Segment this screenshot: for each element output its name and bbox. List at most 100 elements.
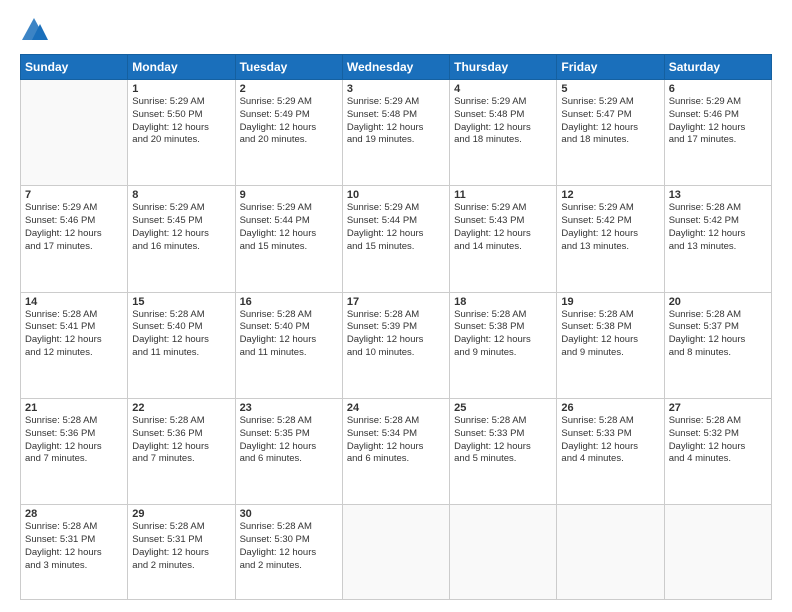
day-info: Sunrise: 5:29 AM Sunset: 5:43 PM Dayligh… xyxy=(454,202,552,253)
day-info: Sunrise: 5:28 AM Sunset: 5:36 PM Dayligh… xyxy=(132,415,230,466)
day-info: Sunrise: 5:28 AM Sunset: 5:33 PM Dayligh… xyxy=(454,415,552,466)
day-info: Sunrise: 5:28 AM Sunset: 5:37 PM Dayligh… xyxy=(669,309,767,360)
day-number: 20 xyxy=(669,296,767,308)
day-info: Sunrise: 5:28 AM Sunset: 5:30 PM Dayligh… xyxy=(240,521,338,572)
day-number: 7 xyxy=(25,189,123,201)
day-info: Sunrise: 5:29 AM Sunset: 5:44 PM Dayligh… xyxy=(240,202,338,253)
calendar-cell: 6Sunrise: 5:29 AM Sunset: 5:46 PM Daylig… xyxy=(664,80,771,186)
calendar-header-row: SundayMondayTuesdayWednesdayThursdayFrid… xyxy=(21,55,772,80)
calendar-cell xyxy=(557,505,664,600)
day-of-week-header: Wednesday xyxy=(342,55,449,80)
day-info: Sunrise: 5:28 AM Sunset: 5:40 PM Dayligh… xyxy=(240,309,338,360)
calendar-cell: 20Sunrise: 5:28 AM Sunset: 5:37 PM Dayli… xyxy=(664,292,771,398)
day-number: 13 xyxy=(669,189,767,201)
day-number: 28 xyxy=(25,508,123,520)
day-number: 29 xyxy=(132,508,230,520)
day-of-week-header: Thursday xyxy=(450,55,557,80)
day-number: 24 xyxy=(347,402,445,414)
calendar-cell: 17Sunrise: 5:28 AM Sunset: 5:39 PM Dayli… xyxy=(342,292,449,398)
day-number: 30 xyxy=(240,508,338,520)
day-number: 16 xyxy=(240,296,338,308)
day-info: Sunrise: 5:28 AM Sunset: 5:42 PM Dayligh… xyxy=(669,202,767,253)
calendar-cell: 22Sunrise: 5:28 AM Sunset: 5:36 PM Dayli… xyxy=(128,398,235,504)
day-number: 8 xyxy=(132,189,230,201)
day-info: Sunrise: 5:29 AM Sunset: 5:49 PM Dayligh… xyxy=(240,96,338,147)
day-number: 18 xyxy=(454,296,552,308)
day-number: 12 xyxy=(561,189,659,201)
day-number: 11 xyxy=(454,189,552,201)
calendar-cell xyxy=(21,80,128,186)
calendar-cell: 16Sunrise: 5:28 AM Sunset: 5:40 PM Dayli… xyxy=(235,292,342,398)
day-number: 1 xyxy=(132,83,230,95)
day-info: Sunrise: 5:28 AM Sunset: 5:39 PM Dayligh… xyxy=(347,309,445,360)
calendar-cell: 19Sunrise: 5:28 AM Sunset: 5:38 PM Dayli… xyxy=(557,292,664,398)
header xyxy=(20,16,772,44)
logo xyxy=(20,16,52,44)
calendar-week-row: 7Sunrise: 5:29 AM Sunset: 5:46 PM Daylig… xyxy=(21,186,772,292)
calendar-week-row: 1Sunrise: 5:29 AM Sunset: 5:50 PM Daylig… xyxy=(21,80,772,186)
day-info: Sunrise: 5:28 AM Sunset: 5:33 PM Dayligh… xyxy=(561,415,659,466)
calendar-cell: 3Sunrise: 5:29 AM Sunset: 5:48 PM Daylig… xyxy=(342,80,449,186)
day-info: Sunrise: 5:28 AM Sunset: 5:38 PM Dayligh… xyxy=(454,309,552,360)
day-number: 17 xyxy=(347,296,445,308)
day-info: Sunrise: 5:29 AM Sunset: 5:50 PM Dayligh… xyxy=(132,96,230,147)
day-info: Sunrise: 5:28 AM Sunset: 5:36 PM Dayligh… xyxy=(25,415,123,466)
day-info: Sunrise: 5:29 AM Sunset: 5:46 PM Dayligh… xyxy=(669,96,767,147)
day-number: 26 xyxy=(561,402,659,414)
day-info: Sunrise: 5:28 AM Sunset: 5:34 PM Dayligh… xyxy=(347,415,445,466)
calendar-table: SundayMondayTuesdayWednesdayThursdayFrid… xyxy=(20,54,772,600)
day-info: Sunrise: 5:29 AM Sunset: 5:42 PM Dayligh… xyxy=(561,202,659,253)
day-number: 25 xyxy=(454,402,552,414)
day-of-week-header: Monday xyxy=(128,55,235,80)
day-info: Sunrise: 5:29 AM Sunset: 5:45 PM Dayligh… xyxy=(132,202,230,253)
calendar-cell: 8Sunrise: 5:29 AM Sunset: 5:45 PM Daylig… xyxy=(128,186,235,292)
day-number: 22 xyxy=(132,402,230,414)
day-info: Sunrise: 5:29 AM Sunset: 5:47 PM Dayligh… xyxy=(561,96,659,147)
calendar-cell: 23Sunrise: 5:28 AM Sunset: 5:35 PM Dayli… xyxy=(235,398,342,504)
calendar-cell: 11Sunrise: 5:29 AM Sunset: 5:43 PM Dayli… xyxy=(450,186,557,292)
calendar-cell: 15Sunrise: 5:28 AM Sunset: 5:40 PM Dayli… xyxy=(128,292,235,398)
calendar-cell: 12Sunrise: 5:29 AM Sunset: 5:42 PM Dayli… xyxy=(557,186,664,292)
calendar-cell: 24Sunrise: 5:28 AM Sunset: 5:34 PM Dayli… xyxy=(342,398,449,504)
day-number: 14 xyxy=(25,296,123,308)
calendar-week-row: 14Sunrise: 5:28 AM Sunset: 5:41 PM Dayli… xyxy=(21,292,772,398)
day-number: 6 xyxy=(669,83,767,95)
calendar-week-row: 21Sunrise: 5:28 AM Sunset: 5:36 PM Dayli… xyxy=(21,398,772,504)
day-of-week-header: Sunday xyxy=(21,55,128,80)
calendar-cell: 4Sunrise: 5:29 AM Sunset: 5:48 PM Daylig… xyxy=(450,80,557,186)
day-info: Sunrise: 5:28 AM Sunset: 5:41 PM Dayligh… xyxy=(25,309,123,360)
calendar-cell: 9Sunrise: 5:29 AM Sunset: 5:44 PM Daylig… xyxy=(235,186,342,292)
calendar-cell: 28Sunrise: 5:28 AM Sunset: 5:31 PM Dayli… xyxy=(21,505,128,600)
day-info: Sunrise: 5:29 AM Sunset: 5:48 PM Dayligh… xyxy=(454,96,552,147)
calendar-cell: 26Sunrise: 5:28 AM Sunset: 5:33 PM Dayli… xyxy=(557,398,664,504)
day-number: 21 xyxy=(25,402,123,414)
calendar-week-row: 28Sunrise: 5:28 AM Sunset: 5:31 PM Dayli… xyxy=(21,505,772,600)
day-number: 5 xyxy=(561,83,659,95)
day-of-week-header: Tuesday xyxy=(235,55,342,80)
calendar-cell: 1Sunrise: 5:29 AM Sunset: 5:50 PM Daylig… xyxy=(128,80,235,186)
day-info: Sunrise: 5:28 AM Sunset: 5:31 PM Dayligh… xyxy=(25,521,123,572)
calendar-cell: 13Sunrise: 5:28 AM Sunset: 5:42 PM Dayli… xyxy=(664,186,771,292)
day-info: Sunrise: 5:28 AM Sunset: 5:38 PM Dayligh… xyxy=(561,309,659,360)
day-info: Sunrise: 5:28 AM Sunset: 5:35 PM Dayligh… xyxy=(240,415,338,466)
calendar-cell: 10Sunrise: 5:29 AM Sunset: 5:44 PM Dayli… xyxy=(342,186,449,292)
day-number: 4 xyxy=(454,83,552,95)
day-info: Sunrise: 5:29 AM Sunset: 5:48 PM Dayligh… xyxy=(347,96,445,147)
day-number: 23 xyxy=(240,402,338,414)
day-info: Sunrise: 5:29 AM Sunset: 5:46 PM Dayligh… xyxy=(25,202,123,253)
day-number: 15 xyxy=(132,296,230,308)
day-number: 27 xyxy=(669,402,767,414)
day-of-week-header: Friday xyxy=(557,55,664,80)
logo-icon xyxy=(20,16,48,44)
day-info: Sunrise: 5:28 AM Sunset: 5:32 PM Dayligh… xyxy=(669,415,767,466)
calendar-cell: 2Sunrise: 5:29 AM Sunset: 5:49 PM Daylig… xyxy=(235,80,342,186)
calendar-cell: 25Sunrise: 5:28 AM Sunset: 5:33 PM Dayli… xyxy=(450,398,557,504)
day-of-week-header: Saturday xyxy=(664,55,771,80)
day-number: 2 xyxy=(240,83,338,95)
calendar-cell: 18Sunrise: 5:28 AM Sunset: 5:38 PM Dayli… xyxy=(450,292,557,398)
day-info: Sunrise: 5:28 AM Sunset: 5:31 PM Dayligh… xyxy=(132,521,230,572)
page: SundayMondayTuesdayWednesdayThursdayFrid… xyxy=(0,0,792,612)
calendar-cell xyxy=(450,505,557,600)
day-number: 3 xyxy=(347,83,445,95)
day-info: Sunrise: 5:29 AM Sunset: 5:44 PM Dayligh… xyxy=(347,202,445,253)
